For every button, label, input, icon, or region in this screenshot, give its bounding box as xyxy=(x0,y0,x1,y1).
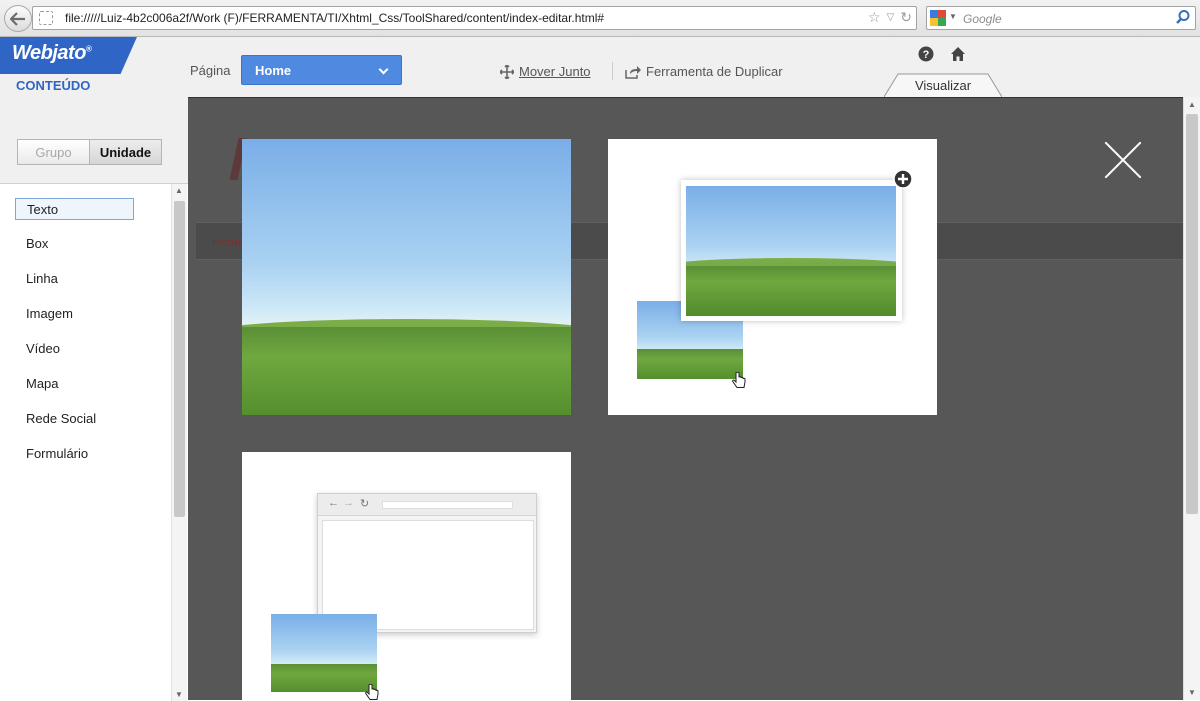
history-dropdown-icon[interactable]: ▽ xyxy=(887,9,895,26)
duplicate-tool-button[interactable]: Ferramenta de Duplicar xyxy=(625,64,783,79)
hand-cursor-icon xyxy=(732,372,746,388)
popup-frame xyxy=(681,180,902,321)
move-together-button[interactable]: Mover Junto xyxy=(500,64,591,79)
toolbar-divider xyxy=(612,62,613,80)
mode-toggle: Grupo Unidade xyxy=(17,139,162,165)
list-item-linha[interactable]: Linha xyxy=(15,268,134,290)
page-label: Página xyxy=(190,63,231,78)
back-button[interactable] xyxy=(4,5,32,32)
grass-field xyxy=(242,327,571,415)
logo-text: Webjato xyxy=(12,42,86,64)
page-select-value: Home xyxy=(255,63,292,78)
share-duplicate-icon xyxy=(625,65,641,79)
small-image xyxy=(271,614,377,692)
layout-option-full-image[interactable] xyxy=(242,139,571,415)
duplicate-tool-label: Ferramenta de Duplicar xyxy=(646,64,783,79)
page-scrollbar-thumb[interactable] xyxy=(1186,114,1198,514)
tab-visualizar-label: Visualizar xyxy=(914,78,972,93)
grass-field xyxy=(686,266,896,316)
layout-option-new-window[interactable]: ← → ↻ xyxy=(242,452,571,700)
google-logo-icon[interactable] xyxy=(930,10,946,26)
list-item-formulario[interactable]: Formulário xyxy=(15,443,134,465)
mini-address-bar xyxy=(382,501,513,509)
panel-scrollbar[interactable]: ▲ ▼ xyxy=(171,184,187,701)
address-bar[interactable]: file://///Luiz-4b2c006a2f/Work (F)/FERRA… xyxy=(32,6,917,30)
mini-back-icon: ← xyxy=(328,497,339,509)
page-select[interactable]: Home xyxy=(241,55,402,85)
move-arrows-icon xyxy=(500,64,514,79)
popup-image xyxy=(686,186,896,316)
logo-registered-mark: ® xyxy=(85,44,92,54)
layout-option-image-popup[interactable] xyxy=(608,139,937,415)
chevron-down-icon xyxy=(378,64,389,75)
section-title: CONTEÚDO xyxy=(16,78,91,93)
search-input[interactable]: Google xyxy=(963,12,1002,26)
left-panel: Grupo Unidade Texto Box Linha Imagem Víd… xyxy=(0,97,188,701)
page-scroll-up-icon[interactable]: ▲ xyxy=(1188,100,1196,109)
mini-forward-icon: → xyxy=(343,497,354,509)
toggle-grupo[interactable]: Grupo xyxy=(18,140,90,164)
plus-circle-icon xyxy=(893,169,913,189)
tab-visualizar[interactable]: Visualizar xyxy=(884,73,1002,97)
background-breadcrumb: Home xyxy=(212,235,245,249)
page-scroll-down-icon[interactable]: ▼ xyxy=(1188,688,1196,697)
home-icon[interactable] xyxy=(950,46,966,62)
site-identity-icon[interactable] xyxy=(39,11,53,25)
bookmark-star-icon[interactable]: ☆ xyxy=(868,9,881,26)
panel-scrollbar-thumb[interactable] xyxy=(174,201,185,517)
search-bar[interactable]: ▼ Google xyxy=(926,6,1196,30)
list-item-rede-social[interactable]: Rede Social xyxy=(15,408,134,430)
browser-toolbar: file://///Luiz-4b2c006a2f/Work (F)/FERRA… xyxy=(0,0,1200,37)
page-scrollbar[interactable]: ▲ ▼ xyxy=(1183,97,1200,700)
app-header: Webjato® CONTEÚDO Página Home Mover Junt… xyxy=(0,37,1200,97)
mini-browser-window: ← → ↻ xyxy=(317,493,537,633)
preview-overlay: Home ← → ↻ xyxy=(188,97,1183,700)
list-item-mapa[interactable]: Mapa xyxy=(15,373,134,395)
list-item-box[interactable]: Box xyxy=(15,233,134,255)
list-item-imagem[interactable]: Imagem xyxy=(15,303,134,325)
back-arrow-icon xyxy=(10,11,25,26)
url-text: file://///Luiz-4b2c006a2f/Work (F)/FERRA… xyxy=(65,11,605,25)
scroll-down-icon[interactable]: ▼ xyxy=(175,690,183,699)
toggle-unidade[interactable]: Unidade xyxy=(90,140,161,164)
webjato-logo: Webjato® xyxy=(0,37,137,74)
list-item-texto[interactable]: Texto xyxy=(15,198,134,220)
scroll-up-icon[interactable]: ▲ xyxy=(175,186,183,195)
mini-reload-icon: ↻ xyxy=(360,498,370,510)
mini-browser-toolbar: ← → ↻ xyxy=(318,494,536,516)
search-engine-dropdown-icon[interactable]: ▼ xyxy=(949,12,957,21)
svg-text:?: ? xyxy=(923,49,930,61)
grass-field xyxy=(271,664,377,692)
close-icon[interactable] xyxy=(1105,142,1141,178)
hand-cursor-icon xyxy=(365,684,379,700)
element-list: Texto Box Linha Imagem Vídeo Mapa Rede S… xyxy=(0,183,188,701)
grass-field xyxy=(637,349,743,379)
list-item-video[interactable]: Vídeo xyxy=(15,338,134,360)
reload-icon[interactable]: ↻ xyxy=(900,9,912,26)
move-together-label: Mover Junto xyxy=(519,64,591,79)
help-icon[interactable]: ? xyxy=(918,46,934,62)
search-icon[interactable] xyxy=(1175,9,1191,25)
